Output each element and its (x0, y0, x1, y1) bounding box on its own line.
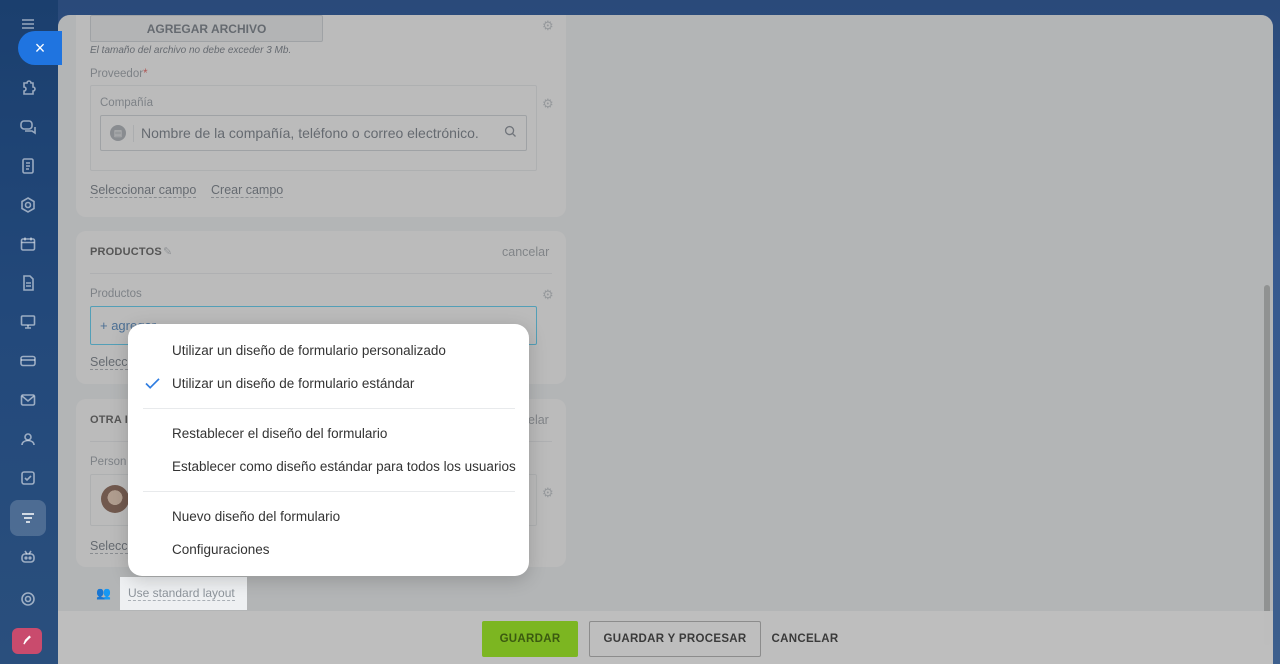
save-button[interactable]: GUARDAR (482, 621, 578, 657)
robot-icon[interactable] (14, 543, 42, 571)
check-icon (144, 377, 162, 391)
form-layout-menu: Utilizar un diseño de formulario persona… (128, 324, 529, 576)
scrollbar[interactable] (1264, 285, 1270, 645)
puzzle-icon[interactable] (14, 74, 42, 102)
menu-item-reset-layout[interactable]: Restablecer el diseño del formulario (172, 426, 387, 441)
menu-item-standard-layout[interactable]: Utilizar un diseño de formulario estánda… (172, 376, 414, 391)
close-slider-button[interactable]: × (18, 31, 62, 65)
left-sidebar (0, 0, 58, 664)
menu-item-new-layout[interactable]: Nuevo diseño del formulario (172, 509, 340, 524)
menu-separator (143, 408, 515, 409)
mail-icon[interactable] (14, 386, 42, 414)
card-icon[interactable] (14, 347, 42, 375)
presentation-icon[interactable] (14, 308, 42, 336)
footer-bar: GUARDAR GUARDAR Y PROCESAR CANCELAR (58, 611, 1273, 664)
hexagon-icon[interactable] (14, 191, 42, 219)
file-icon[interactable] (14, 269, 42, 297)
menu-item-set-standard-all-users[interactable]: Establecer como diseño estándar para tod… (172, 459, 516, 474)
use-standard-layout-label: Use standard layout (128, 585, 235, 601)
save-and-process-button[interactable]: GUARDAR Y PROCESAR (589, 621, 761, 657)
settings-icon[interactable] (14, 585, 42, 613)
chat-icon[interactable] (14, 113, 42, 141)
filter-icon[interactable] (14, 504, 42, 532)
use-standard-layout-button[interactable]: Use standard layout (120, 577, 247, 610)
rocket-icon[interactable] (12, 628, 42, 654)
users-icon[interactable] (14, 425, 42, 453)
cancel-button[interactable]: CANCELAR (768, 621, 842, 657)
users-layout-icon: 👥 (96, 586, 111, 600)
menu-item-custom-layout[interactable]: Utilizar un diseño de formulario persona… (172, 343, 446, 358)
menu-item-settings[interactable]: Configuraciones (172, 542, 270, 557)
checkbox-icon[interactable] (14, 464, 42, 492)
calendar-icon[interactable] (14, 230, 42, 258)
document-icon[interactable] (14, 152, 42, 180)
menu-separator (143, 491, 515, 492)
